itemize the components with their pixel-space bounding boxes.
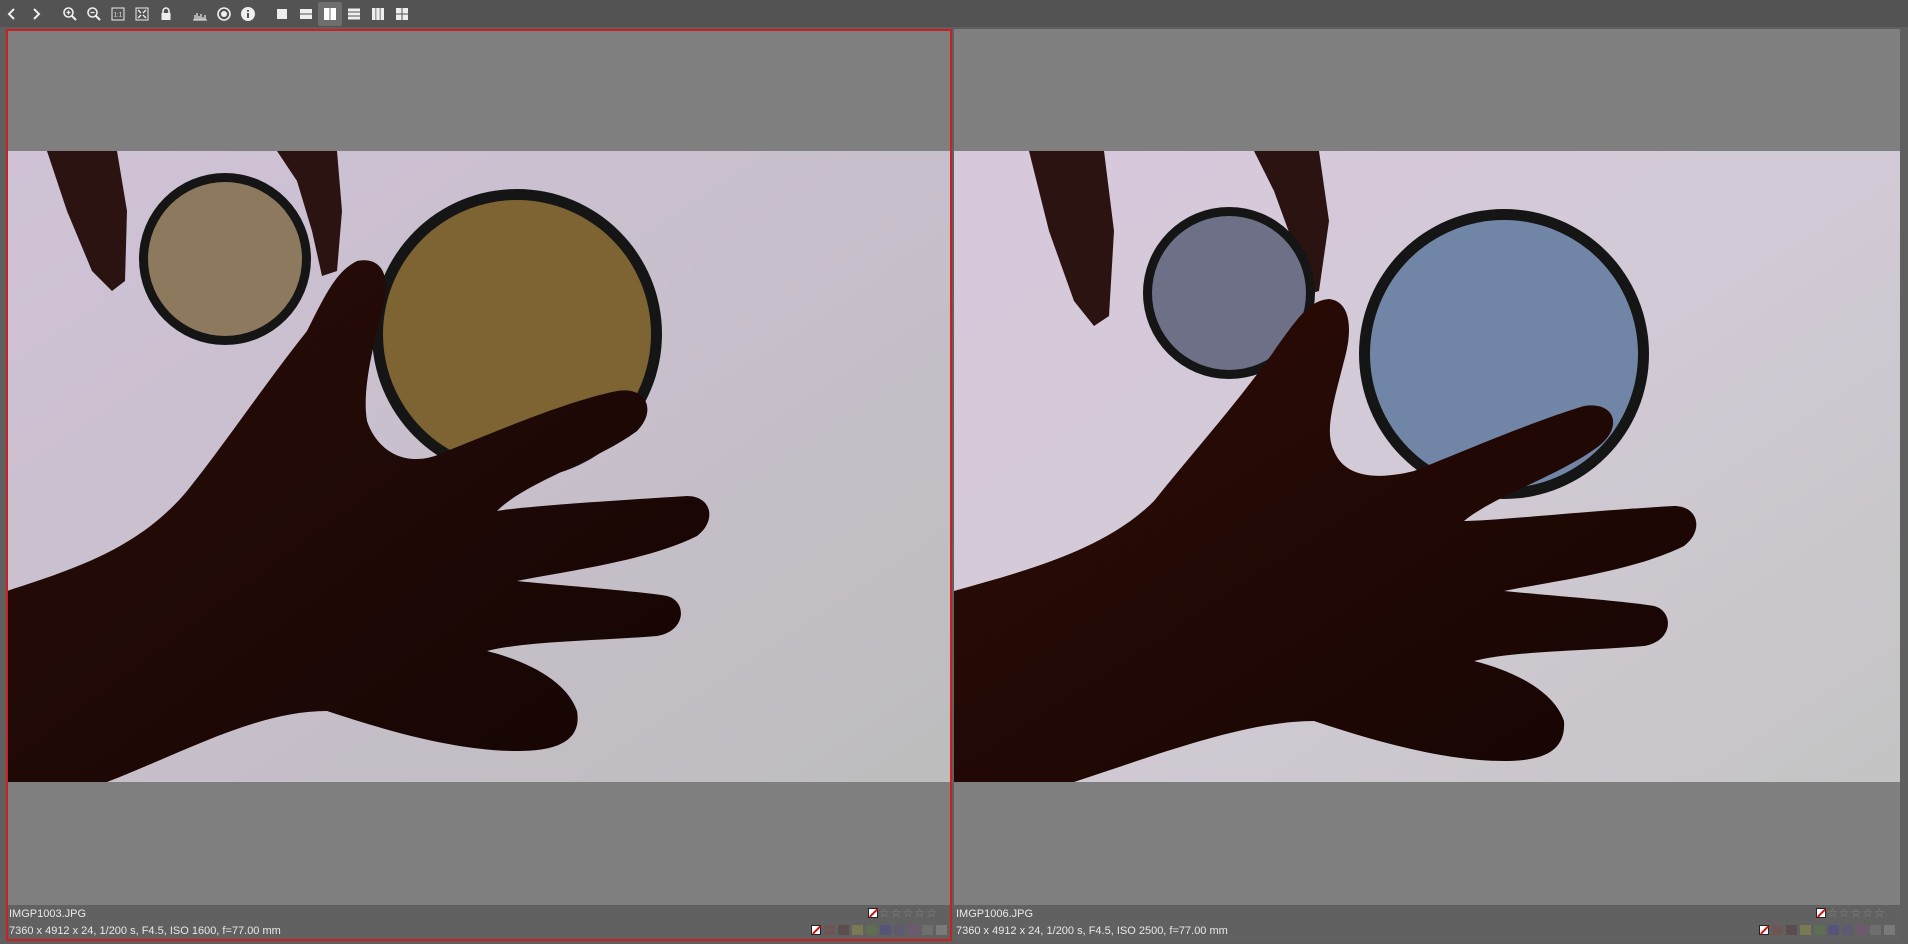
toolbar: 1:1: [0, 0, 1908, 27]
star-icon[interactable]: ☆: [903, 907, 914, 919]
image-info-bar-right: IMGP1006.JPG 7360 x 4912 x 24, 1/200 s, …: [954, 905, 1900, 941]
svg-text:1:1: 1:1: [114, 12, 123, 18]
next-image-button[interactable]: [24, 2, 48, 26]
color-label-chip[interactable]: [922, 925, 933, 935]
color-label-chip[interactable]: [1842, 925, 1853, 935]
lock-button[interactable]: [154, 2, 178, 26]
image-view-right[interactable]: [954, 151, 1900, 782]
layout-three-rows-icon: [348, 8, 360, 19]
info-button[interactable]: [236, 2, 260, 26]
layout-rows-icon: [300, 8, 312, 19]
info-icon: [241, 6, 255, 21]
layout-two-cols-button[interactable]: [318, 1, 342, 26]
exif-label: 7360 x 4912 x 24, 1/200 s, F4.5, ISO 250…: [956, 925, 1228, 937]
image-pane-left[interactable]: IMGP1003.JPG 7360 x 4912 x 24, 1/200 s, …: [7, 29, 951, 941]
color-label-chip[interactable]: [1884, 925, 1895, 935]
prev-image-button[interactable]: [0, 2, 24, 26]
zoom-100-button[interactable]: 1:1: [106, 2, 130, 26]
color-label-chip[interactable]: [908, 925, 919, 935]
color-label-chip[interactable]: [1800, 925, 1811, 935]
image-info-bar-left: IMGP1003.JPG 7360 x 4912 x 24, 1/200 s, …: [7, 905, 951, 941]
layout-cols-icon: [324, 7, 336, 20]
color-label-chip[interactable]: [1814, 925, 1825, 935]
star-icon[interactable]: ☆: [1827, 907, 1838, 919]
focus-button[interactable]: [212, 2, 236, 26]
clear-label-icon[interactable]: [1759, 925, 1769, 935]
filename-label: IMGP1003.JPG: [9, 908, 87, 920]
filename-label: IMGP1006.JPG: [956, 908, 1034, 920]
rating-widget[interactable]: ☆ ☆ ☆ ☆ ☆: [1816, 907, 1885, 919]
histogram-button[interactable]: [188, 2, 212, 26]
zoom-out-icon: [87, 6, 101, 21]
layout-three-cols-icon: [372, 7, 384, 20]
reject-icon[interactable]: [868, 908, 878, 918]
layout-three-rows-button[interactable]: [342, 2, 366, 26]
chevron-right-icon: [33, 7, 41, 20]
photo-right: [954, 151, 1900, 782]
one-to-one-icon: 1:1: [111, 7, 125, 20]
star-icon[interactable]: ☆: [1839, 907, 1850, 919]
chevron-left-icon: [7, 7, 15, 20]
clear-label-icon[interactable]: [811, 925, 821, 935]
color-label-chip[interactable]: [880, 925, 891, 935]
color-label-chip[interactable]: [894, 925, 905, 935]
star-icon[interactable]: ☆: [926, 907, 937, 919]
zoom-in-icon: [63, 6, 77, 21]
layout-three-cols-button[interactable]: [366, 2, 390, 26]
color-label-chip[interactable]: [1772, 925, 1783, 935]
rating-widget[interactable]: ☆ ☆ ☆ ☆ ☆: [868, 907, 937, 919]
star-icon[interactable]: ☆: [1874, 907, 1885, 919]
aperture-icon: [217, 6, 231, 21]
fit-icon: [135, 7, 149, 20]
zoom-in-button[interactable]: [58, 2, 82, 26]
image-pane-right[interactable]: IMGP1006.JPG 7360 x 4912 x 24, 1/200 s, …: [954, 29, 1900, 941]
star-icon[interactable]: ☆: [1862, 907, 1873, 919]
zoom-fit-button[interactable]: [130, 2, 154, 26]
color-label-chip[interactable]: [866, 925, 877, 935]
histogram-icon: [193, 12, 207, 20]
color-label-chip[interactable]: [936, 925, 947, 935]
color-label-chip[interactable]: [1786, 925, 1797, 935]
layout-grid-icon: [396, 7, 408, 20]
star-icon[interactable]: ☆: [914, 907, 925, 919]
layout-grid-button[interactable]: [390, 2, 414, 26]
photo-left: [7, 151, 951, 782]
layout-single-icon: [277, 8, 287, 19]
lock-icon: [161, 6, 171, 20]
star-icon[interactable]: ☆: [891, 907, 902, 919]
star-icon[interactable]: ☆: [879, 907, 890, 919]
reject-icon[interactable]: [1816, 908, 1826, 918]
layout-two-rows-button[interactable]: [294, 2, 318, 26]
color-label-chip[interactable]: [1828, 925, 1839, 935]
image-view-left[interactable]: [7, 151, 951, 782]
color-labels[interactable]: [1759, 925, 1895, 935]
exif-label: 7360 x 4912 x 24, 1/200 s, F4.5, ISO 160…: [9, 925, 281, 937]
color-label-chip[interactable]: [824, 925, 835, 935]
star-icon[interactable]: ☆: [1851, 907, 1862, 919]
color-label-chip[interactable]: [1870, 925, 1881, 935]
zoom-out-button[interactable]: [82, 2, 106, 26]
color-label-chip[interactable]: [838, 925, 849, 935]
color-label-chip[interactable]: [852, 925, 863, 935]
layout-single-button[interactable]: [270, 2, 294, 26]
color-label-chip[interactable]: [1856, 925, 1867, 935]
color-labels[interactable]: [811, 925, 947, 935]
